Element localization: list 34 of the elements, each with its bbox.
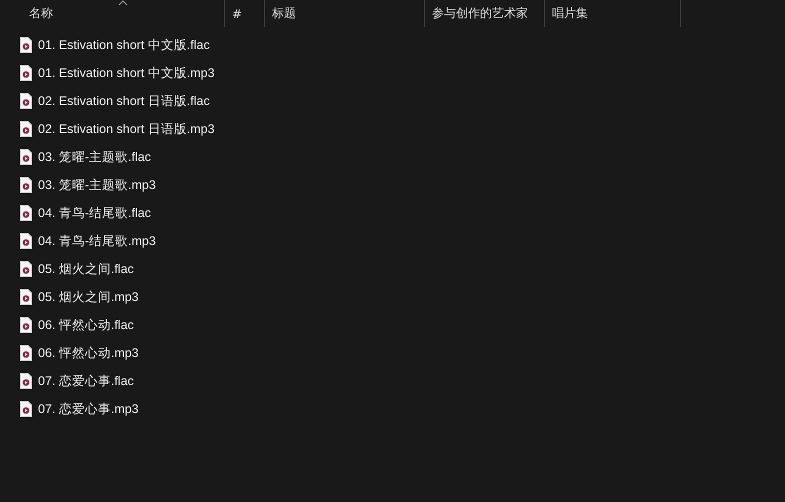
audio-file-icon: [20, 65, 32, 81]
audio-file-icon: [20, 373, 32, 389]
column-header[interactable]: 标题: [265, 0, 425, 27]
file-name[interactable]: 03. 笼曜-主题歌.mp3: [38, 176, 156, 194]
column-header[interactable]: 参与创作的艺术家: [425, 0, 545, 27]
file-name[interactable]: 01. Estivation short 中文版.flac: [38, 36, 210, 54]
file-name[interactable]: 05. 烟火之间.mp3: [38, 288, 139, 306]
file-name[interactable]: 04. 青鸟-结尾歌.mp3: [38, 232, 156, 250]
file-name[interactable]: 01. Estivation short 中文版.mp3: [38, 64, 215, 82]
audio-file-icon: [20, 317, 32, 333]
file-name[interactable]: 03. 笼曜-主题歌.flac: [38, 148, 151, 166]
audio-file-icon: [20, 261, 32, 277]
file-name[interactable]: 02. Estivation short 日语版.mp3: [38, 120, 215, 138]
file-name[interactable]: 02. Estivation short 日语版.flac: [38, 92, 210, 110]
file-name[interactable]: 07. 恋爱心事.mp3: [38, 400, 139, 418]
audio-file-icon: [20, 289, 32, 305]
audio-file-icon: [20, 205, 32, 221]
audio-file-icon: [20, 149, 32, 165]
audio-file-icon: [20, 401, 32, 417]
file-name[interactable]: 05. 烟火之间.flac: [38, 260, 134, 278]
audio-file-icon: [20, 93, 32, 109]
audio-file-icon: [20, 121, 32, 137]
column-header[interactable]: 名称: [22, 0, 225, 27]
file-name[interactable]: 06. 怦然心动.flac: [38, 316, 134, 334]
column-header[interactable]: 唱片集: [545, 0, 681, 27]
file-name[interactable]: 04. 青鸟-结尾歌.flac: [38, 204, 151, 222]
file-name[interactable]: 07. 恋爱心事.flac: [38, 372, 134, 390]
file-name[interactable]: 06. 怦然心动.mp3: [38, 344, 139, 362]
audio-file-icon: [20, 37, 32, 53]
audio-file-icon: [20, 233, 32, 249]
audio-file-icon: [20, 345, 32, 361]
sort-caret-icon: [118, 0, 128, 6]
audio-file-icon: [20, 177, 32, 193]
column-header[interactable]: #: [225, 0, 265, 27]
